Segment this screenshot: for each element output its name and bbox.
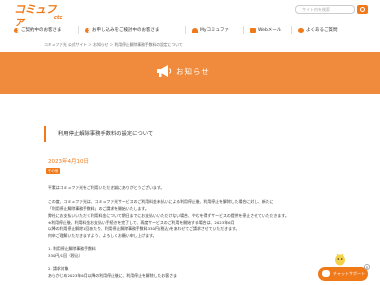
body-line: 平素はコミュファ光をご利用いただき誠にありがとうございます。 bbox=[48, 185, 165, 190]
article-title-box: 利用停止解除事務手数料の設定について bbox=[44, 126, 336, 142]
site-header: コミュファ ctc サイト内を検索 ご契約中のお客さま お申し込みをご検討中のお… bbox=[0, 0, 380, 37]
nav-item-faq[interactable]: よくあるご質問 bbox=[298, 25, 338, 35]
nav-item-prospective-customers[interactable]: お申し込みをご検討中のお客さま bbox=[85, 25, 160, 35]
nav-label: Webメール bbox=[258, 28, 282, 33]
question-icon bbox=[298, 27, 304, 33]
body-line: 330円/1回（税込） bbox=[48, 253, 83, 258]
body-line: 2. 請求対象 bbox=[48, 266, 69, 271]
nav-label: お申し込みをご検討中のお客さま bbox=[92, 28, 160, 33]
nav-item-my-commufa[interactable]: Myコミュファ bbox=[192, 25, 229, 35]
global-nav: ご契約中のお客さま お申し込みをご検討中のお客さま Myコミュファ Webメール… bbox=[10, 25, 370, 35]
search-button[interactable] bbox=[357, 5, 368, 14]
body-line: この度、コミュファ光は、コミュファ光サービスのご利用料金未払いによる利用停止後、… bbox=[48, 199, 274, 204]
nav-item-webmail[interactable]: Webメール bbox=[250, 25, 281, 35]
chat-label: チャットサポート bbox=[333, 271, 365, 276]
body-line: あらかじめ2023年6月以降の利用停止後に、利用停止を解除したお客さま bbox=[48, 273, 177, 278]
heart-icon bbox=[192, 27, 198, 33]
nav-label: Myコミュファ bbox=[200, 28, 230, 33]
nav-divider bbox=[291, 26, 292, 34]
body-line: 1. 利用停止解除事務手数料 bbox=[48, 246, 96, 251]
body-line: 「利用停止解除事務手数料」のご請求を開始いたします。 bbox=[48, 206, 149, 211]
arrow-circle-icon bbox=[85, 27, 90, 33]
chat-support-button[interactable]: チャットサポート bbox=[318, 267, 368, 281]
nav-item-current-customers[interactable]: ご契約中のお客さま bbox=[14, 25, 62, 35]
nav-label: ご契約中のお客さま bbox=[21, 28, 62, 33]
category-badge: その他 bbox=[46, 168, 60, 174]
search-input[interactable]: サイト内を検索 bbox=[295, 5, 355, 14]
body-line: 何卒ご理解いただきますよう、よろしくお願い申し上げます。 bbox=[48, 233, 157, 238]
breadcrumb[interactable]: コミュファ光 公式サイト ＞ お知らせ ＞ 利用停止解除事務手数料の設定について bbox=[44, 42, 183, 48]
mail-icon bbox=[250, 27, 256, 33]
body-line: 弊社にお支払いいただく利用料金について期日までにお支払いいただけない場合、やむを… bbox=[48, 213, 289, 218]
nav-divider bbox=[243, 26, 244, 34]
close-icon[interactable]: × bbox=[364, 264, 370, 270]
nav-divider bbox=[185, 26, 186, 34]
article-title: 利用停止解除事務手数料の設定について bbox=[58, 131, 154, 137]
article-date: 2023年4月10日 bbox=[48, 159, 89, 165]
nav-label: よくあるご質問 bbox=[306, 28, 338, 33]
mascot-icon bbox=[335, 253, 345, 266]
megaphone-icon bbox=[157, 65, 172, 77]
page-title: お知らせ bbox=[176, 67, 210, 76]
arrow-circle-icon bbox=[14, 27, 19, 33]
chat-bubble-icon bbox=[322, 270, 330, 277]
ctc-mark: ctc bbox=[54, 15, 63, 21]
body-line: 以降の利用停止解除1回あたり、利用停止解除事務手数料330円(税込)をあわせてご… bbox=[48, 226, 240, 231]
nav-divider bbox=[78, 26, 79, 34]
commufa-logo[interactable]: コミュファ ctc bbox=[14, 4, 63, 28]
